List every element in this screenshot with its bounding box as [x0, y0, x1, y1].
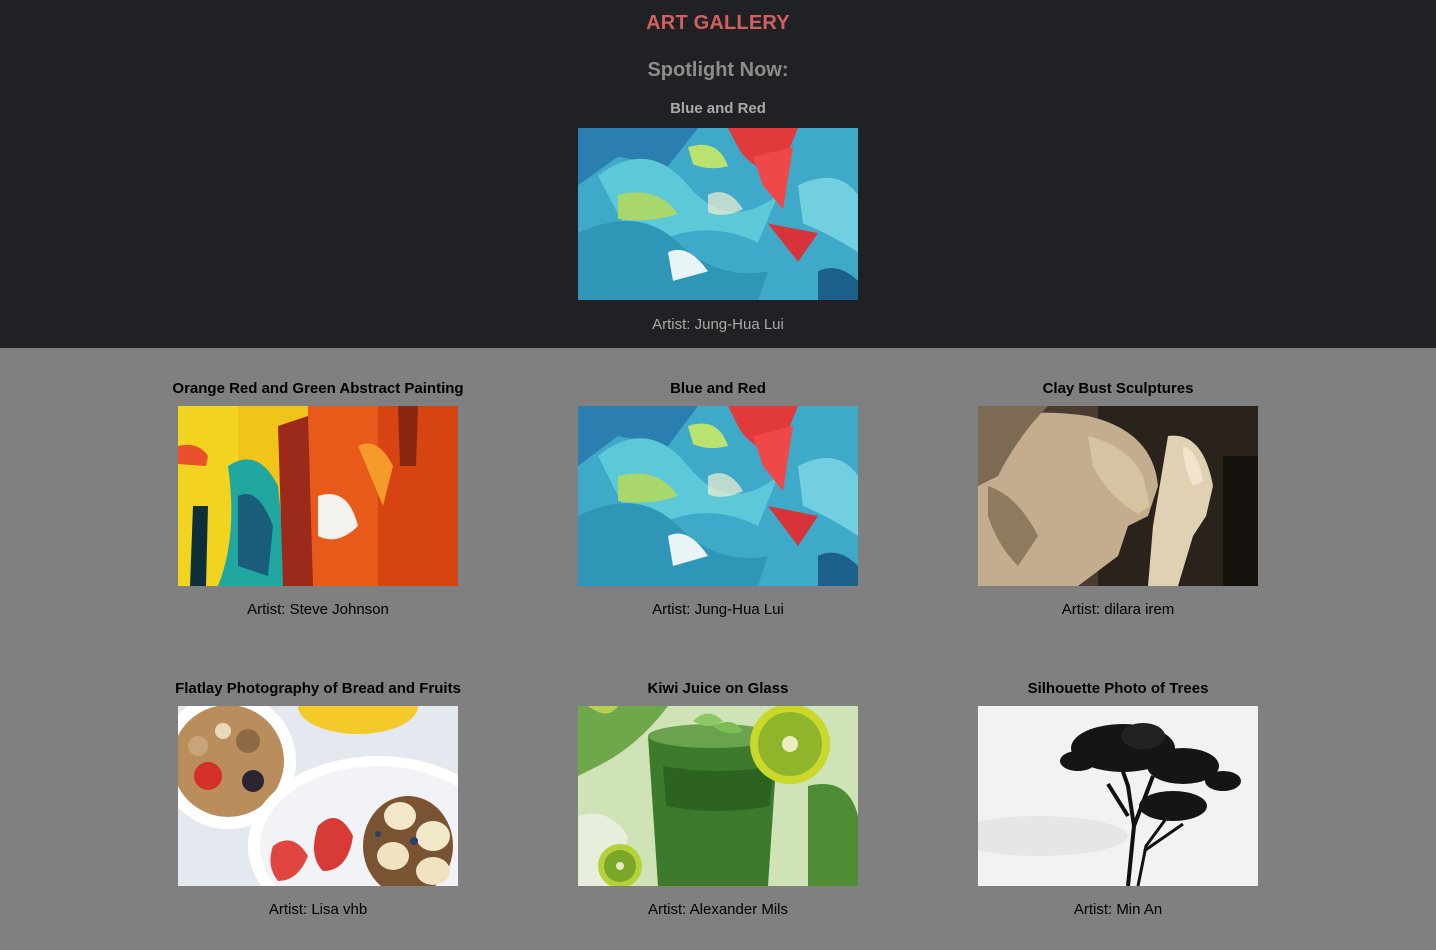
card-title: Blue and Red [670, 380, 766, 397]
artwork-image[interactable] [178, 706, 458, 886]
spotlight-heading: Spotlight Now: [647, 59, 789, 81]
gallery-card: Kiwi Juice on Glass Artist: Alexander Mi… [518, 680, 918, 919]
card-title: Clay Bust Sculptures [1042, 380, 1194, 397]
card-title: Kiwi Juice on Glass [647, 680, 789, 697]
card-artist: Artist: Lisa vhb [268, 901, 368, 918]
gallery-card: Blue and Red Artist: Jung-Hua Lui [518, 380, 918, 619]
card-title: Flatlay Photography of Bread and Fruits [175, 680, 461, 697]
card-artist: Artist: Steve Johnson [247, 601, 389, 618]
artwork-image[interactable] [578, 706, 858, 886]
card-title: Orange Red and Green Abstract Painting [172, 380, 464, 397]
gallery-card: Flatlay Photography of Bread and Fruits … [118, 680, 518, 919]
artwork-image[interactable] [178, 406, 458, 586]
card-artist: Artist: Alexander Mils [647, 901, 789, 918]
artwork-image[interactable] [578, 406, 858, 586]
artwork-image[interactable] [978, 706, 1258, 886]
spotlight-artwork-image[interactable] [578, 128, 858, 300]
card-title: Silhouette Photo of Trees [1027, 680, 1209, 697]
card-artist: Artist: Jung-Hua Lui [652, 601, 784, 618]
card-artist: Artist: dilara irem [1061, 601, 1175, 618]
site-title: ART GALLERY [646, 12, 790, 34]
artwork-image[interactable] [978, 406, 1258, 586]
spotlight-section: ART GALLERY Spotlight Now: Blue and Red … [0, 0, 1436, 348]
spotlight-art-title: Blue and Red [670, 100, 766, 117]
card-artist: Artist: Min An [1073, 901, 1163, 918]
gallery-card: Clay Bust Sculptures Artist: dilara irem [918, 380, 1318, 619]
gallery-card: Orange Red and Green Abstract Painting A… [118, 380, 518, 619]
gallery-card: Silhouette Photo of Trees Artist: Min An [918, 680, 1318, 919]
spotlight-artist: Artist: Jung-Hua Lui [652, 316, 784, 333]
